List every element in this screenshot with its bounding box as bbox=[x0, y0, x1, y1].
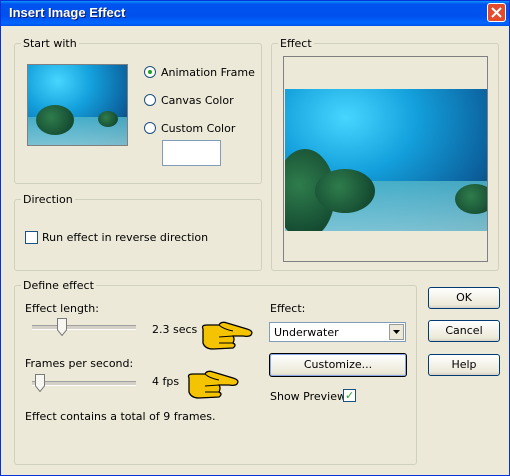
help-button[interactable]: Help bbox=[428, 354, 500, 376]
effect-preview-label: Effect bbox=[278, 37, 314, 50]
canvas-color-radio[interactable] bbox=[144, 94, 156, 106]
cancel-button[interactable]: Cancel bbox=[428, 320, 500, 342]
title-bar[interactable]: Insert Image Effect bbox=[1, 1, 509, 26]
custom-color-label[interactable]: Custom Color bbox=[161, 122, 235, 135]
direction-label: Direction bbox=[21, 193, 75, 206]
effect-type-dropdown[interactable]: Underwater bbox=[269, 322, 406, 342]
effect-length-slider-thumb[interactable] bbox=[57, 318, 67, 336]
canvas-color-label[interactable]: Canvas Color bbox=[161, 94, 234, 107]
effect-length-value: 2.3 secs bbox=[152, 323, 198, 336]
pointing-hand-icon bbox=[187, 370, 239, 399]
window-title: Insert Image Effect bbox=[9, 5, 126, 20]
fps-slider-thumb[interactable] bbox=[35, 374, 45, 392]
effect-length-slider-track[interactable] bbox=[32, 325, 136, 330]
effect-preview-frame bbox=[283, 56, 488, 262]
effect-length-label: Effect length: bbox=[25, 302, 99, 315]
reverse-direction-checkbox[interactable] bbox=[25, 231, 38, 244]
custom-color-swatch[interactable] bbox=[162, 140, 221, 166]
animation-frame-radio[interactable] bbox=[144, 66, 156, 78]
start-frame-thumbnail bbox=[27, 64, 128, 146]
total-frames-text: Effect contains a total of 9 frames. bbox=[25, 410, 216, 423]
pointing-hand-icon bbox=[201, 321, 253, 350]
checkmark-icon: ✓ bbox=[345, 389, 355, 402]
insert-image-effect-dialog: Insert Image Effect Start with Animation… bbox=[0, 0, 510, 476]
animation-frame-label[interactable]: Animation Frame bbox=[161, 66, 255, 79]
effect-type-label: Effect: bbox=[270, 302, 306, 315]
define-effect-label: Define effect bbox=[21, 279, 96, 292]
fps-value: 4 fps bbox=[152, 375, 180, 388]
effect-preview-image bbox=[285, 89, 487, 231]
chevron-down-icon[interactable] bbox=[389, 324, 404, 340]
ok-button[interactable]: OK bbox=[428, 287, 500, 309]
show-preview-label[interactable]: Show Preview bbox=[270, 390, 346, 403]
show-preview-checkbox[interactable]: ✓ bbox=[343, 389, 356, 402]
close-icon bbox=[491, 7, 502, 18]
custom-color-radio[interactable] bbox=[144, 122, 156, 134]
frames-per-second-label: Frames per second: bbox=[25, 357, 134, 370]
fps-slider-track[interactable] bbox=[32, 381, 136, 386]
close-button[interactable] bbox=[487, 3, 506, 22]
customize-button[interactable]: Customize... bbox=[269, 353, 407, 377]
effect-type-value: Underwater bbox=[274, 326, 339, 339]
reverse-direction-label[interactable]: Run effect in reverse direction bbox=[42, 231, 208, 244]
start-with-label: Start with bbox=[21, 37, 79, 50]
